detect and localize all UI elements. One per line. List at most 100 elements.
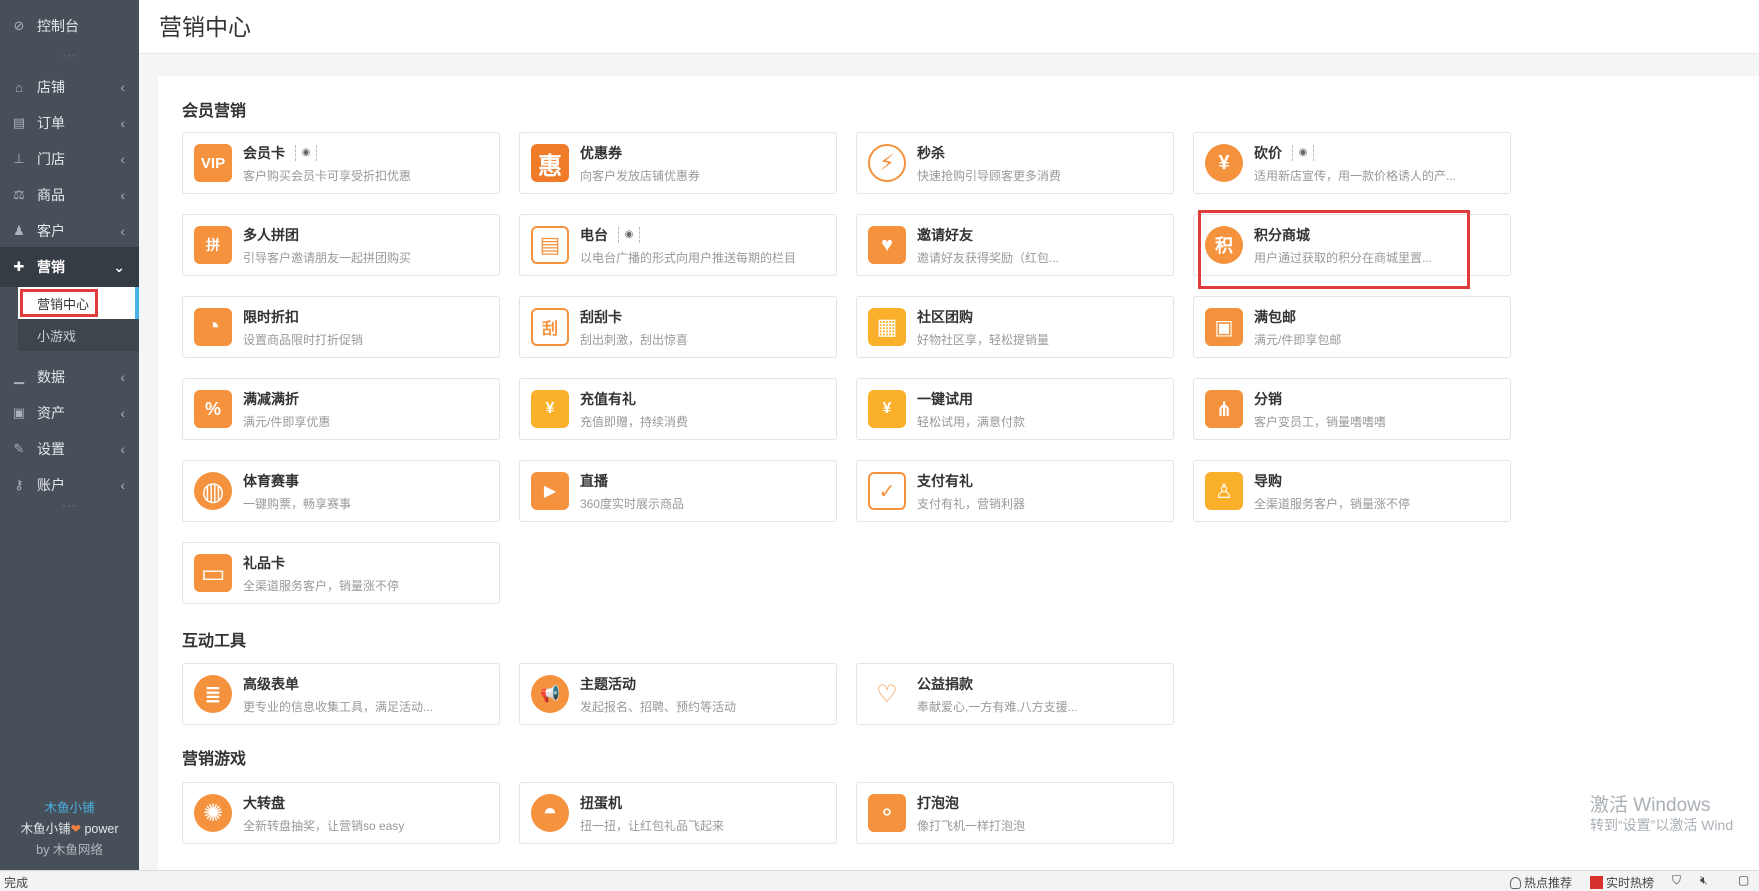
marketing-card[interactable]: VIP 会员卡 ◉ 客户购买会员卡可享受折扣优惠 (182, 132, 500, 194)
hand-icon (1510, 877, 1521, 889)
marketing-card[interactable]: ✺ 大转盘 全新转盘抽奖，让营销so easy (182, 782, 500, 844)
card-description: 全渠道服务客户，销量涨不停 (243, 578, 400, 593)
gift-icon: ✚ (13, 259, 25, 274)
sidebar-item-goods[interactable]: ⚖ 商品 ‹ (0, 175, 139, 215)
card-title: 优惠券 (580, 143, 700, 163)
sidebar-item-label: 营销 (37, 259, 65, 275)
card-text: 邀请好友 邀请好友获得奖励（红包... (917, 225, 1059, 266)
marketing-card[interactable]: % 满减满折 满元/件即享优惠 (182, 378, 500, 440)
marketing-card[interactable]: ≣ 高级表单 更专业的信息收集工具，满足活动... (182, 663, 500, 725)
mute-icon[interactable]: 🔇︎ (1700, 873, 1708, 888)
submenu-item-marketing-center[interactable]: 营销中心 (18, 287, 139, 319)
marketing-card[interactable]: ◔ 限时折扣 设置商品限时打折促销 (182, 296, 500, 358)
card-title: 社区团购 (917, 307, 1049, 327)
sidebar-divider: ··· (62, 498, 77, 512)
eye-icon[interactable]: ◉ (1292, 144, 1314, 161)
marketing-card[interactable]: ⚬ 打泡泡 像打飞机一样打泡泡 (856, 782, 1174, 844)
card-description: 好物社区享，轻松提销量 (917, 332, 1050, 347)
brand-name[interactable]: 木鱼小铺 (0, 797, 139, 816)
marketing-card[interactable]: ¥ 充值有礼 充值即赠，持续消费 (519, 378, 837, 440)
card-description: 轻松试用，满意付款 (917, 414, 1026, 429)
realtime-hot-button[interactable]: 实时热榜 (1590, 874, 1654, 891)
gift-card-icon: ▭ (194, 554, 232, 592)
marketing-card[interactable]: ¥ 砍价 ◉ 适用新店宣传，用一款价格诱人的产... (1193, 132, 1511, 194)
eye-icon[interactable]: ◉ (295, 144, 317, 161)
marketing-card[interactable]: ◍ 体育赛事 一键购票，畅享赛事 (182, 460, 500, 522)
shield-icon[interactable]: ⛉ (1672, 873, 1681, 888)
card-title: 刮刮卡 (580, 307, 688, 327)
status-text: 完成 (4, 876, 29, 890)
card-text: 导购 全渠道服务客户，销量涨不停 (1254, 471, 1410, 512)
submenu-label: 营销中心 (37, 296, 90, 312)
card-title-text: 支付有礼 (917, 472, 973, 489)
chevron-down-icon: ⌄ (113, 258, 125, 275)
card-title-text: 高级表单 (243, 675, 299, 692)
marketing-card[interactable]: ♥ 邀请好友 邀请好友获得奖励（红包... (856, 214, 1174, 276)
card-title-text: 公益捐款 (917, 675, 973, 692)
marketing-card[interactable]: ✓ 支付有礼 支付有礼，营销利器 (856, 460, 1174, 522)
marketing-card[interactable]: ▶ 直播 360度实时展示商品 (519, 460, 837, 522)
sidebar-item-console[interactable]: ⊘ 控制台 (0, 6, 139, 46)
card-text: 高级表单 更专业的信息收集工具，满足活动... (243, 674, 433, 715)
card-text: 一键试用 轻松试用，满意付款 (917, 389, 1025, 430)
hot-recommend-label: 热点推荐 (1524, 876, 1573, 890)
realtime-hot-label: 实时热榜 (1606, 876, 1655, 890)
distribution-icon: ⋔ (1205, 390, 1243, 428)
sidebar-item-settings[interactable]: ✎ 设置 ‹ (0, 429, 139, 469)
marketing-card[interactable]: 拼多人拼团 引导客户邀请朋友一起拼团购买 (182, 214, 500, 276)
sidebar-item-label: 数据 (37, 369, 65, 385)
marketing-card[interactable]: ▦ 社区团购 好物社区享，轻松提销量 (856, 296, 1174, 358)
card-text: 社区团购好物社区享，轻松提销量 (917, 307, 1049, 348)
card-title: 支付有礼 (917, 471, 1025, 491)
marketing-card[interactable]: 📢 主题活动 发起报名、招聘、预约等活动 (519, 663, 837, 725)
sidebar-item-marketing[interactable]: ✚ 营销 ⌄ (0, 247, 139, 287)
card-title: 主题活动 (580, 674, 736, 694)
card-description: 扭一扭，让红包礼品飞起来 (580, 818, 725, 833)
card-title: 大转盘 (243, 793, 404, 813)
card-title-text: 邀请好友 (917, 226, 973, 243)
marketing-card[interactable]: ♙ 导购 全渠道服务客户，销量涨不停 (1193, 460, 1511, 522)
store-icon: ⌂ (15, 79, 23, 95)
marketing-card[interactable]: ♡ 公益捐款 奉献爱心,一方有难,八方支援... (856, 663, 1174, 725)
sidebar-item-label: 订单 (37, 115, 65, 131)
card-title-text: 会员卡 (243, 144, 285, 161)
card-title: 电台 ◉ (580, 225, 796, 245)
card-description: 客户变员工，销量嗜嗜嗜 (1254, 414, 1387, 429)
sidebar-item-customer[interactable]: ♟ 客户 ‹ (0, 211, 139, 251)
card-description: 360度实时展示商品 (580, 496, 685, 511)
marketing-card[interactable]: ▭ 礼品卡 全渠道服务客户，销量涨不停 (182, 542, 500, 604)
eye-icon[interactable]: ◉ (618, 226, 640, 243)
card-title-text: 体育赛事 (243, 472, 299, 489)
card-text: 主题活动 发起报名、招聘、预约等活动 (580, 674, 736, 715)
marketing-card[interactable]: 惠优惠券 向客户发放店铺优惠券 (519, 132, 837, 194)
card-title-text: 满减满折 (243, 390, 299, 407)
marketing-card[interactable]: 刮刮刮卡 刮出刺激，刮出惊喜 (519, 296, 837, 358)
marketing-card[interactable]: ▣ 满包邮 满元/件即享包邮 (1193, 296, 1511, 358)
card-text: 礼品卡 全渠道服务客户，销量涨不停 (243, 553, 399, 594)
sidebar-item-order[interactable]: ▤ 订单 ‹ (0, 103, 139, 143)
sidebar-item-data[interactable]: ▁ 数据 ‹ (0, 357, 139, 397)
card-text: 打泡泡 像打飞机一样打泡泡 (917, 793, 1025, 834)
hot-recommend-button[interactable]: 热点推荐 (1510, 874, 1572, 891)
marketing-card[interactable]: ⚡ 秒杀 快速抢购引导顾客更多消费 (856, 132, 1174, 194)
sidebar-item-branch[interactable]: ⊥ 门店 ‹ (0, 139, 139, 179)
card-text: 秒杀 快速抢购引导顾客更多消费 (917, 143, 1061, 184)
card-description: 设置商品限时打折促销 (243, 332, 364, 347)
card-title-text: 主题活动 (580, 675, 636, 692)
submenu-label: 小游戏 (37, 328, 77, 344)
marketing-card[interactable]: 积积分商城 用户通过获取的积分在商城里置... (1193, 214, 1511, 276)
sidebar-item-store[interactable]: ⌂ 店铺 ‹ (0, 67, 139, 107)
card-description: 满元/件即享包邮 (1254, 332, 1342, 347)
marketing-card[interactable]: ◓ 扭蛋机 扭一扭，让红包礼品飞起来 (519, 782, 837, 844)
marketing-card[interactable]: ⋔ 分销 客户变员工，销量嗜嗜嗜 (1193, 378, 1511, 440)
card-title: 砍价 ◉ (1254, 143, 1456, 163)
submenu-item-mini-games[interactable]: 小游戏 (18, 319, 139, 351)
sidebar-item-assets[interactable]: ▣ 资产 ‹ (0, 393, 139, 433)
marketing-card[interactable]: ¥ 一键试用 轻松试用，满意付款 (856, 378, 1174, 440)
card-text: 扭蛋机扭一扭，让红包礼品飞起来 (580, 793, 724, 834)
card-title: 多人拼团 (243, 225, 411, 245)
card-title: 扭蛋机 (580, 793, 724, 813)
marketing-card[interactable]: ▤ 电台 ◉ 以电台广播的形式向用户推送每期的栏目 (519, 214, 837, 276)
window-icon[interactable]: ▢ (1738, 873, 1749, 887)
brand-power: 木鱼小铺❤ power (0, 818, 139, 837)
